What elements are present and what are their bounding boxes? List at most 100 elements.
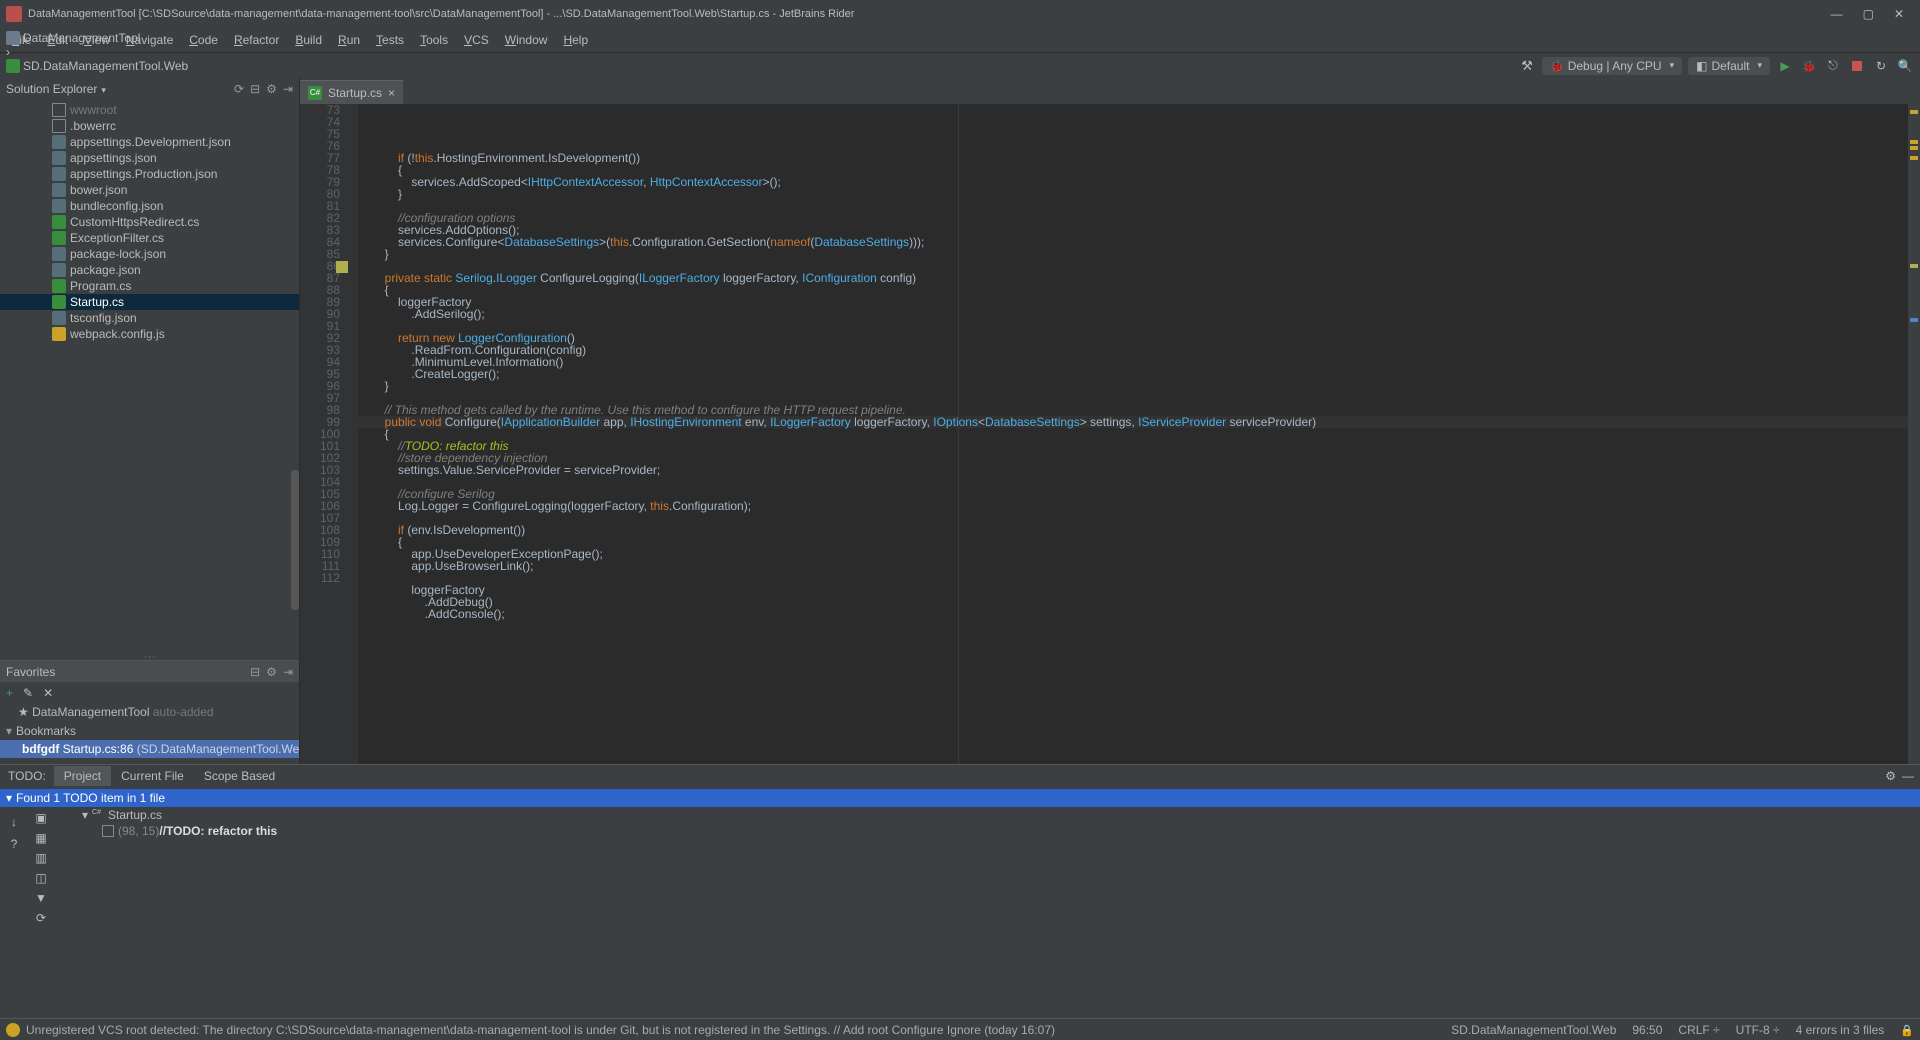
run-button[interactable]: ▶ <box>1776 57 1794 75</box>
code-line[interactable]: { <box>358 428 1908 440</box>
code-line[interactable]: //TODO: refactor this <box>358 440 1908 452</box>
code-line[interactable] <box>358 476 1908 488</box>
code-line[interactable]: private static Serilog.ILogger Configure… <box>358 272 1908 284</box>
flat-view-icon[interactable]: ▣ <box>35 811 46 825</box>
menu-help[interactable]: Help <box>555 30 596 50</box>
todo-marker[interactable] <box>1910 318 1918 322</box>
code-line[interactable]: app.UseDeveloperExceptionPage(); <box>358 548 1908 560</box>
caret-position[interactable]: 96:50 <box>1632 1023 1662 1037</box>
encoding[interactable]: UTF-8 ÷ <box>1736 1023 1780 1037</box>
lock-icon[interactable] <box>1900 1023 1914 1037</box>
code-line[interactable]: public void Configure(IApplicationBuilde… <box>358 416 1908 428</box>
update-button[interactable]: ↻ <box>1872 57 1890 75</box>
menu-run[interactable]: Run <box>330 30 368 50</box>
edit-fav-icon[interactable]: ✎ <box>23 686 33 700</box>
code-line[interactable]: .MinimumLevel.Information() <box>358 356 1908 368</box>
build-button[interactable] <box>1518 57 1536 75</box>
code-line[interactable]: if (!this.HostingEnvironment.IsDevelopme… <box>358 152 1908 164</box>
tree-item[interactable]: bundleconfig.json <box>0 198 299 214</box>
code-line[interactable]: services.AddScoped<IHttpContextAccessor,… <box>358 176 1908 188</box>
tree-item[interactable]: wwwroot <box>0 102 299 118</box>
tree-item[interactable]: appsettings.json <box>0 150 299 166</box>
fav-hide-icon[interactable]: ⇥ <box>283 665 293 679</box>
target-selector[interactable]: ◧Default <box>1688 57 1770 75</box>
tree-item[interactable]: appsettings.Production.json <box>0 166 299 182</box>
menu-window[interactable]: Window <box>497 30 556 50</box>
warning-marker[interactable] <box>1910 140 1918 144</box>
code-line[interactable]: return new LoggerConfiguration() <box>358 332 1908 344</box>
tree-item[interactable]: bower.json <box>0 182 299 198</box>
tab-close-button[interactable]: × <box>388 86 395 100</box>
tree-item[interactable]: appsettings.Development.json <box>0 134 299 150</box>
todo-item-row[interactable]: (98, 15) //TODO: refactor this <box>54 823 1920 839</box>
code-line[interactable]: .CreateLogger(); <box>358 368 1908 380</box>
line-ending[interactable]: CRLF ÷ <box>1678 1023 1719 1037</box>
warning-marker[interactable] <box>1910 110 1918 114</box>
fav-root-label[interactable]: DataManagementTool <box>32 705 149 719</box>
code-line[interactable]: } <box>358 248 1908 260</box>
gutter[interactable]: 7374757677787980818283848586878889909192… <box>300 104 358 764</box>
config-selector[interactable]: Debug | Any CPU <box>1542 57 1682 75</box>
add-fav-icon[interactable]: + <box>6 686 13 700</box>
tree-item[interactable]: package-lock.json <box>0 246 299 262</box>
code-line[interactable]: app.UseBrowserLink(); <box>358 560 1908 572</box>
panel-dropdown[interactable] <box>97 82 106 96</box>
bookmark-gutter-icon[interactable] <box>336 261 348 273</box>
code-line[interactable]: } <box>358 188 1908 200</box>
autoscroll-icon[interactable]: ⟳ <box>36 911 46 925</box>
code-line[interactable]: .AddSerilog(); <box>358 308 1908 320</box>
filter-icon[interactable]: ▼ <box>35 891 47 905</box>
todo-hide-icon[interactable]: — <box>1902 769 1914 783</box>
tree-item[interactable]: tsconfig.json <box>0 310 299 326</box>
todo-tab-project[interactable]: Project <box>54 766 111 786</box>
help-icon[interactable]: ? <box>11 837 18 851</box>
tree-item[interactable]: webpack.config.js <box>0 326 299 342</box>
tree-item[interactable]: .bowerrc <box>0 118 299 134</box>
code-line[interactable]: { <box>358 284 1908 296</box>
code-line[interactable]: } <box>358 380 1908 392</box>
sync-icon[interactable]: ⟳ <box>234 82 244 96</box>
remove-fav-icon[interactable]: ✕ <box>43 686 53 700</box>
menu-tests[interactable]: Tests <box>368 30 412 50</box>
gear-icon[interactable]: ⚙ <box>266 82 277 96</box>
menu-refactor[interactable]: Refactor <box>226 30 287 50</box>
group-icon[interactable]: ▦ <box>35 831 46 845</box>
code-line[interactable]: .AddDebug() <box>358 596 1908 608</box>
todo-summary[interactable]: ▾ Found 1 TODO item in 1 file <box>0 789 1920 807</box>
hide-icon[interactable]: ⇥ <box>283 82 293 96</box>
breadcrumb-0[interactable]: DataManagementTool <box>6 31 188 45</box>
code-line[interactable]: settings.Value.ServiceProvider = service… <box>358 464 1908 476</box>
code-line[interactable]: .ReadFrom.Configuration(config) <box>358 344 1908 356</box>
code-line[interactable]: services.Configure<DatabaseSettings>(thi… <box>358 236 1908 248</box>
code-line[interactable]: loggerFactory <box>358 296 1908 308</box>
todo-tree[interactable]: ▾ Found 1 TODO item in 1 file ▾ C# Start… <box>54 787 1920 1018</box>
bookmark-marker[interactable] <box>1910 264 1918 268</box>
code-line[interactable]: Log.Logger = ConfigureLogging(loggerFact… <box>358 500 1908 512</box>
code-line[interactable]: .AddConsole(); <box>358 608 1908 620</box>
tree-item[interactable]: ExceptionFilter.cs <box>0 230 299 246</box>
inspection-status[interactable]: 4 errors in 3 files <box>1796 1023 1885 1037</box>
menu-tools[interactable]: Tools <box>412 30 456 50</box>
tree-item[interactable]: Program.cs <box>0 278 299 294</box>
todo-gear-icon[interactable]: ⚙ <box>1885 769 1896 783</box>
code-line[interactable] <box>358 512 1908 524</box>
bookmarks-section[interactable]: ▾ Bookmarks <box>0 722 299 740</box>
close-button[interactable]: ✕ <box>1894 7 1904 21</box>
code-line[interactable] <box>358 200 1908 212</box>
scrollbar-thumb[interactable] <box>291 470 299 610</box>
todo-file-row[interactable]: ▾ C# Startup.cs <box>54 807 1920 823</box>
minimize-button[interactable]: — <box>1831 7 1843 21</box>
bookmark-item[interactable]: bdfgdf Startup.cs:86 (SD.DataManagementT… <box>0 740 299 758</box>
menu-build[interactable]: Build <box>287 30 330 50</box>
tree-item[interactable]: CustomHttpsRedirect.cs <box>0 214 299 230</box>
collapse-icon[interactable]: ⊟ <box>250 82 260 96</box>
stop-button[interactable] <box>1848 57 1866 75</box>
breadcrumb-1[interactable]: SD.DataManagementTool.Web <box>6 59 188 73</box>
code-area[interactable]: if (!this.HostingEnvironment.IsDevelopme… <box>358 104 1908 764</box>
code-line[interactable] <box>358 572 1908 584</box>
tree-item[interactable]: package.json <box>0 262 299 278</box>
code-line[interactable]: if (env.IsDevelopment()) <box>358 524 1908 536</box>
code-line[interactable]: //configuration options <box>358 212 1908 224</box>
attach-button[interactable]: ⎋ <box>1824 57 1842 75</box>
warning-marker[interactable] <box>1910 146 1918 150</box>
